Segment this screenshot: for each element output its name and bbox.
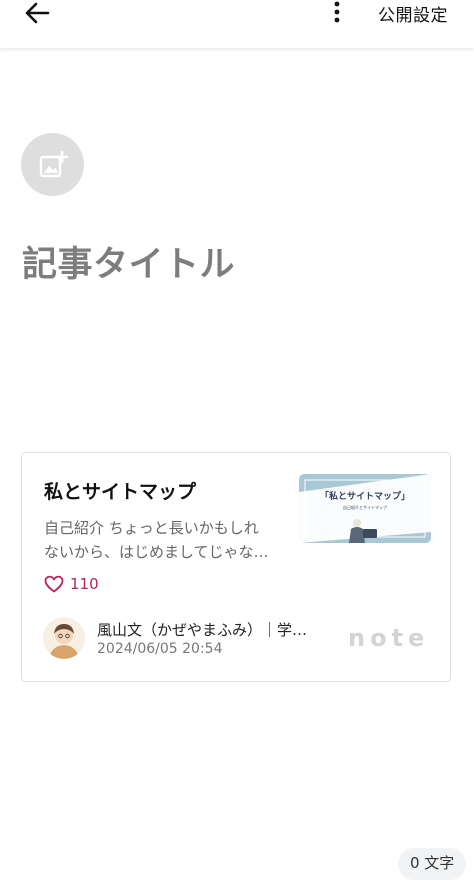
more-vertical-icon bbox=[334, 1, 340, 23]
author-avatar bbox=[43, 617, 85, 659]
article-title-input[interactable]: 記事タイトル bbox=[22, 236, 235, 287]
thumb-subtitle: 自己紹介とサイトマップ bbox=[343, 504, 387, 510]
thumb-title: 「私とサイトマップ」 bbox=[320, 490, 410, 502]
arrow-left-icon bbox=[25, 2, 50, 24]
card-excerpt-line-1: 自己紹介 ちょっと長いかもしれ bbox=[44, 519, 259, 537]
add-image-icon bbox=[39, 150, 68, 177]
more-options-button[interactable] bbox=[326, 0, 348, 26]
post-date: 2024/06/05 20:54 bbox=[97, 641, 223, 657]
card-title: 私とサイトマップ bbox=[44, 481, 197, 503]
card-thumbnail: 「私とサイトマップ」 自己紹介とサイトマップ bbox=[299, 474, 431, 543]
author-name: 風山文（かぜやまふみ）｜学… bbox=[97, 621, 308, 639]
top-app-bar: 公開設定 bbox=[0, 0, 474, 48]
add-image-button[interactable] bbox=[21, 133, 84, 196]
card-likes: 110 bbox=[44, 575, 99, 593]
heart-outline-icon bbox=[44, 575, 64, 593]
publish-settings-button[interactable]: 公開設定 bbox=[378, 1, 448, 26]
embedded-article-card[interactable]: 私とサイトマップ 自己紹介 ちょっと長いかもしれ ないから、はじめましてじゃな…… bbox=[21, 452, 451, 682]
back-button[interactable] bbox=[20, 0, 54, 26]
card-excerpt-line-2: ないから、はじめましてじゃな… bbox=[44, 543, 269, 561]
character-count: 0 文字 bbox=[398, 848, 467, 880]
card-excerpt: 自己紹介 ちょっと長いかもしれ ないから、はじめましてじゃな… bbox=[44, 516, 284, 564]
note-logo: note bbox=[348, 624, 430, 652]
likes-count: 110 bbox=[70, 575, 99, 593]
